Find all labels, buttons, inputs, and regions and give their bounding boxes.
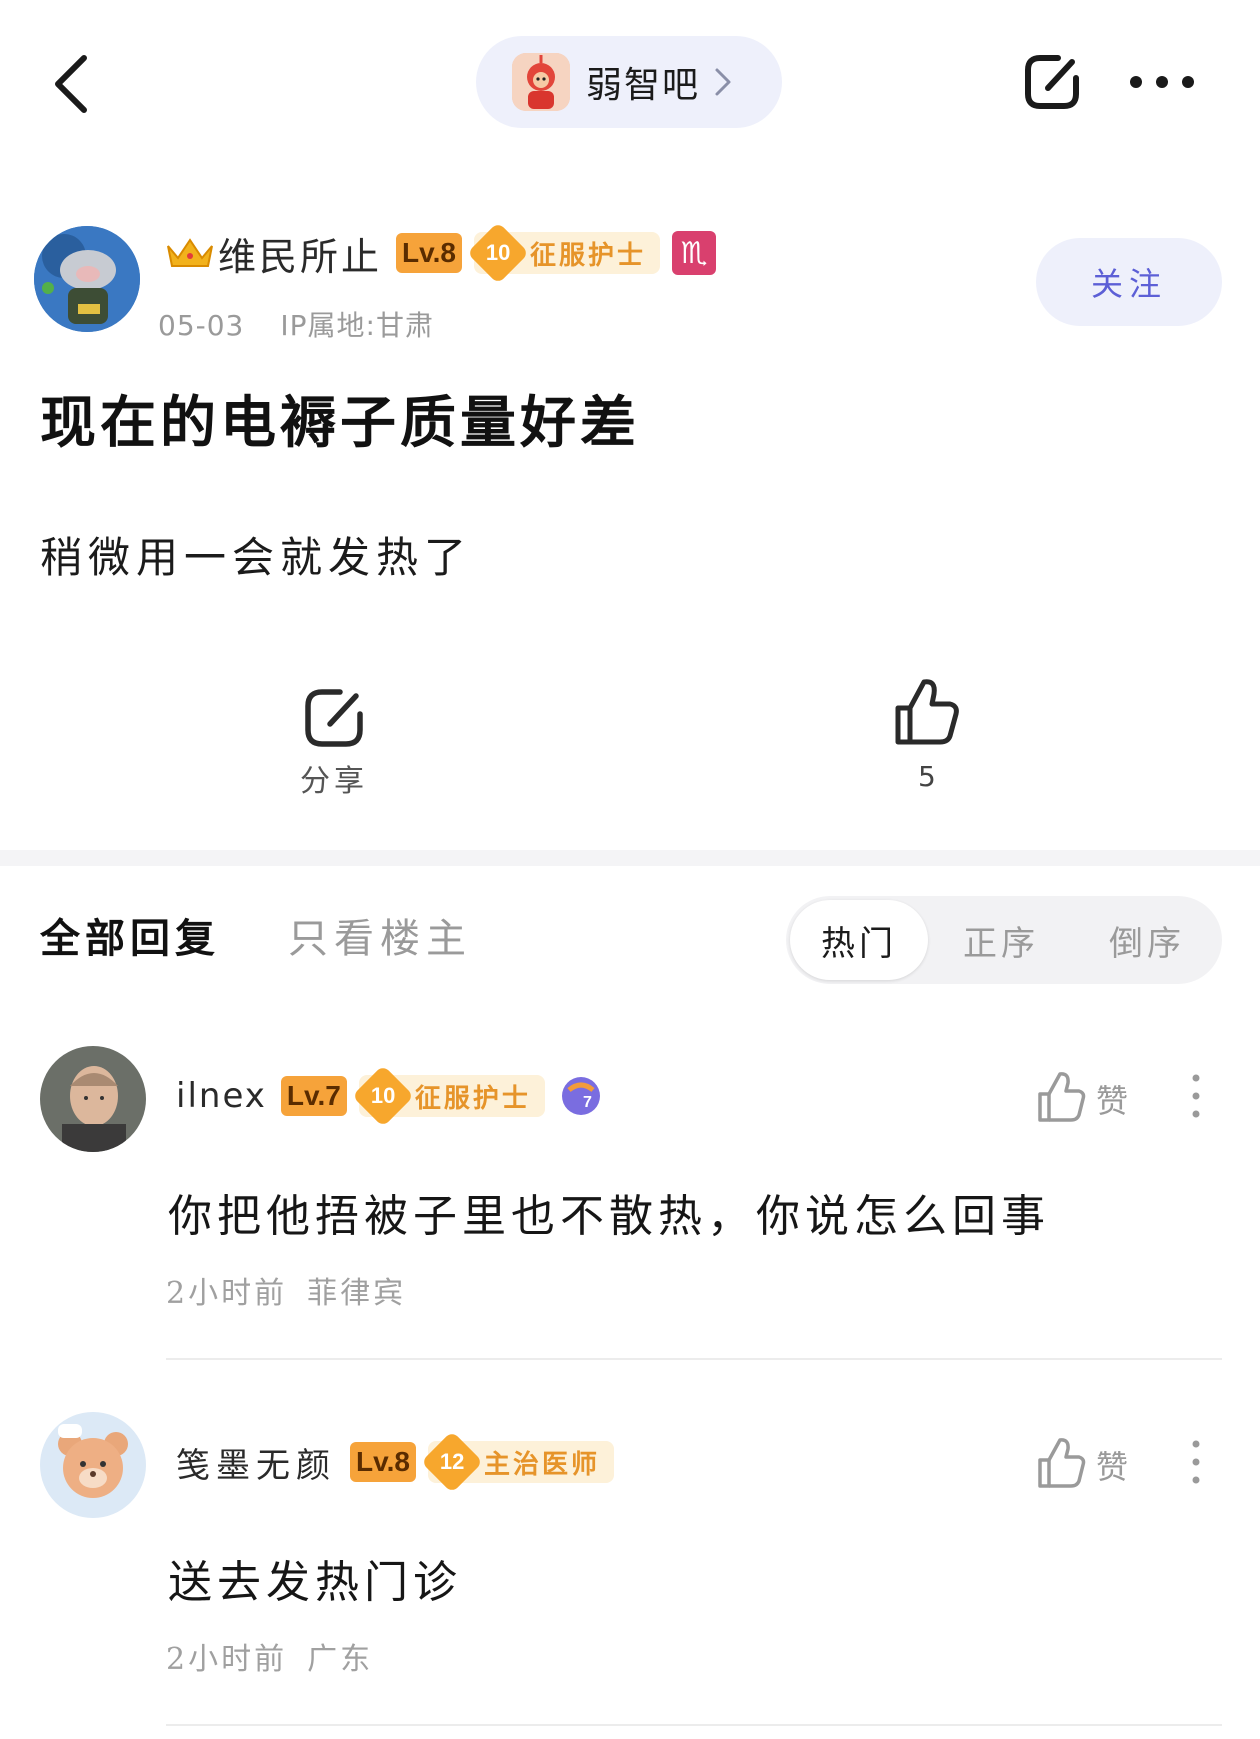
rank-badge: 10 征服护士 xyxy=(351,1064,545,1128)
sort-descending[interactable]: 倒序 xyxy=(1074,916,1220,965)
post-date: 05-03 xyxy=(158,309,245,342)
like-label[interactable]: 赞 xyxy=(1096,1076,1128,1122)
share-action-icon[interactable] xyxy=(300,684,368,752)
rank-number-icon: 10 xyxy=(466,221,530,285)
author-name[interactable]: 维民所止 xyxy=(218,226,382,281)
commenter-name[interactable]: ilnex xyxy=(176,1076,267,1116)
share-icon[interactable] xyxy=(1020,50,1084,114)
zodiac-icon: ♏ xyxy=(671,231,716,275)
crown-icon xyxy=(167,238,213,267)
commenter-name[interactable]: 笺墨无颜 xyxy=(176,1438,336,1487)
more-vertical-icon[interactable] xyxy=(1192,1440,1200,1484)
forum-pill[interactable]: 弱智吧 xyxy=(476,36,782,128)
comment-header: 笺墨无颜 Lv.8 12 主治医师 xyxy=(176,1430,614,1494)
rank-title: 主治医师 xyxy=(483,1449,600,1480)
commenter-avatar[interactable] xyxy=(40,1412,146,1518)
author-row: 维民所止 Lv.8 10 征服护士 ♏ xyxy=(166,221,716,285)
forum-avatar xyxy=(512,53,570,111)
comment-separator xyxy=(166,1724,1222,1726)
sort-ascending[interactable]: 正序 xyxy=(928,916,1074,965)
like-icon[interactable] xyxy=(1036,1070,1086,1124)
comment-meta: 2小时前 菲律宾 xyxy=(166,1268,406,1312)
chevron-right-icon xyxy=(715,68,731,96)
sort-hot[interactable]: 热门 xyxy=(790,900,928,980)
like-count: 5 xyxy=(918,760,936,793)
rank-badge: 10 征服护士 xyxy=(466,221,660,285)
rank-badge: 12 主治医师 xyxy=(420,1430,614,1494)
author-avatar[interactable] xyxy=(34,226,140,332)
more-vertical-icon[interactable] xyxy=(1192,1074,1200,1118)
rank-number-icon: 12 xyxy=(420,1430,484,1494)
comment-text: 你把他捂被子里也不散热，你说怎么回事 xyxy=(168,1191,1050,1242)
thumbs-up-icon[interactable] xyxy=(892,676,960,748)
tab-all-replies[interactable]: 全部回复 xyxy=(40,906,220,964)
rank-number-icon: 10 xyxy=(351,1064,414,1128)
level-badge: Lv.8 xyxy=(396,233,462,273)
svg-text:7: 7 xyxy=(583,1094,592,1111)
forum-name: 弱智吧 xyxy=(586,65,701,106)
like-label[interactable]: 赞 xyxy=(1096,1442,1128,1488)
comment-location: 菲律宾 xyxy=(307,1276,407,1311)
post-ip: IP属地:甘肃 xyxy=(280,309,434,342)
section-divider xyxy=(0,850,1260,866)
back-arrow-icon[interactable] xyxy=(50,52,94,116)
follow-button[interactable]: 关注 xyxy=(1036,238,1222,326)
tab-op-only[interactable]: 只看楼主 xyxy=(288,906,472,964)
post-meta: 05-03 IP属地:甘肃 xyxy=(158,304,434,344)
post-body: 稍微用一会就发热了 xyxy=(40,533,473,582)
comment-time: 2小时前 xyxy=(166,1642,288,1677)
comment-header: ilnex Lv.7 10 征服护士 7 xyxy=(176,1064,603,1128)
share-label[interactable]: 分享 xyxy=(300,756,368,800)
comment-meta: 2小时前 广东 xyxy=(166,1634,373,1678)
rank-title: 征服护士 xyxy=(414,1083,531,1114)
comment-time: 2小时前 xyxy=(166,1276,288,1311)
commenter-avatar[interactable] xyxy=(40,1046,146,1152)
sort-toggle: 热门 正序 倒序 xyxy=(786,896,1222,984)
comment-text: 送去发热门诊 xyxy=(168,1557,462,1608)
comment-separator xyxy=(166,1358,1222,1360)
level-badge: Lv.8 xyxy=(350,1442,416,1482)
level-badge: Lv.7 xyxy=(280,1076,347,1116)
fan-badge-icon: 7 xyxy=(561,1077,600,1115)
comment-location: 广东 xyxy=(307,1642,374,1677)
more-icon[interactable] xyxy=(1128,74,1196,90)
like-icon[interactable] xyxy=(1036,1436,1086,1490)
rank-title: 征服护士 xyxy=(529,240,646,271)
post-title: 现在的电褥子质量好差 xyxy=(40,390,640,456)
